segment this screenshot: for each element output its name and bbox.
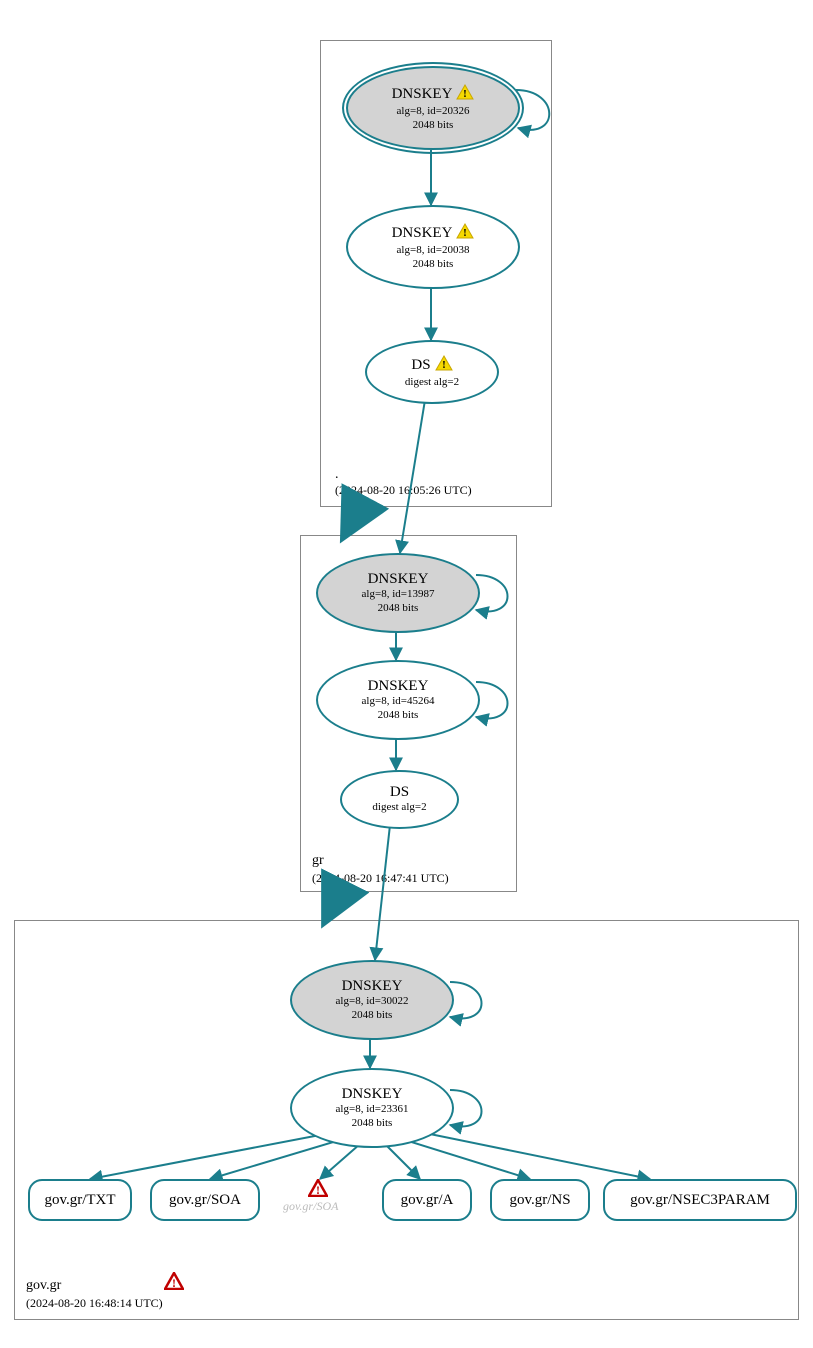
gr-dnskey-ksk-alg: alg=8, id=13987 bbox=[362, 588, 435, 601]
gr-dnskey-zsk[interactable]: DNSKEY alg=8, id=45264 2048 bits bbox=[316, 660, 480, 740]
warning-icon: ! bbox=[435, 355, 453, 376]
gr-ds-title: DS bbox=[390, 784, 409, 801]
root-dnskey-ksk[interactable]: DNSKEY ! alg=8, id=20326 2048 bits bbox=[346, 66, 520, 150]
govgr-dnskey-ksk-alg: alg=8, id=30022 bbox=[336, 995, 409, 1008]
govgr-dnskey-zsk-alg: alg=8, id=23361 bbox=[336, 1103, 409, 1116]
svg-text:!: ! bbox=[442, 359, 446, 371]
gr-dnskey-zsk-title: DNSKEY bbox=[368, 678, 429, 695]
root-dnskey-zsk[interactable]: DNSKEY ! alg=8, id=20038 2048 bits bbox=[346, 205, 520, 289]
zone-govgr-label: gov.gr bbox=[26, 1278, 61, 1294]
svg-text:!: ! bbox=[316, 1183, 320, 1197]
error-icon: ! bbox=[164, 1272, 184, 1295]
svg-text:!: ! bbox=[464, 88, 468, 100]
govgr-dnskey-zsk-bits: 2048 bits bbox=[352, 1117, 393, 1130]
zone-root-time: (2024-08-20 16:05:26 UTC) bbox=[335, 483, 472, 498]
rrset-ns[interactable]: gov.gr/NS bbox=[490, 1179, 590, 1221]
govgr-dnskey-ksk-bits: 2048 bits bbox=[352, 1009, 393, 1022]
rrset-nsec3param[interactable]: gov.gr/NSEC3PARAM bbox=[603, 1179, 797, 1221]
root-ds-title: DS bbox=[411, 357, 430, 374]
warning-icon: ! bbox=[456, 84, 474, 105]
gr-dnskey-ksk-bits: 2048 bits bbox=[378, 602, 419, 615]
svg-text:!: ! bbox=[172, 1276, 176, 1290]
govgr-dnskey-zsk[interactable]: DNSKEY alg=8, id=23361 2048 bits bbox=[290, 1068, 454, 1148]
govgr-dnskey-ksk-title: DNSKEY bbox=[342, 978, 403, 995]
zone-gr-label: gr bbox=[312, 853, 324, 869]
gr-dnskey-ksk-title: DNSKEY bbox=[368, 571, 429, 588]
root-dnskey-ksk-title: DNSKEY bbox=[392, 86, 453, 103]
zone-root-label: . bbox=[335, 467, 339, 483]
gr-dnskey-ksk[interactable]: DNSKEY alg=8, id=13987 2048 bits bbox=[316, 553, 480, 633]
gr-ds-alg: digest alg=2 bbox=[372, 801, 426, 814]
root-dnskey-zsk-title: DNSKEY bbox=[392, 225, 453, 242]
rrset-soa[interactable]: gov.gr/SOA bbox=[150, 1179, 260, 1221]
gr-dnskey-zsk-bits: 2048 bits bbox=[378, 709, 419, 722]
root-dnskey-ksk-alg: alg=8, id=20326 bbox=[397, 105, 470, 118]
gr-ds[interactable]: DS digest alg=2 bbox=[340, 770, 459, 829]
error-icon: ! bbox=[308, 1179, 328, 1202]
zone-gr-time: (2024-08-20 16:47:41 UTC) bbox=[312, 871, 449, 886]
svg-text:!: ! bbox=[464, 227, 468, 239]
govgr-dnskey-ksk[interactable]: DNSKEY alg=8, id=30022 2048 bits bbox=[290, 960, 454, 1040]
rrset-a[interactable]: gov.gr/A bbox=[382, 1179, 472, 1221]
govgr-dnskey-zsk-title: DNSKEY bbox=[342, 1086, 403, 1103]
zone-govgr-time: (2024-08-20 16:48:14 UTC) bbox=[26, 1296, 163, 1311]
root-dnskey-zsk-bits: 2048 bits bbox=[413, 258, 454, 271]
root-ds-alg: digest alg=2 bbox=[405, 376, 459, 389]
root-dnskey-ksk-bits: 2048 bits bbox=[413, 119, 454, 132]
rrset-txt[interactable]: gov.gr/TXT bbox=[28, 1179, 132, 1221]
root-dnskey-zsk-alg: alg=8, id=20038 bbox=[397, 244, 470, 257]
warning-icon: ! bbox=[456, 223, 474, 244]
root-ds[interactable]: DS ! digest alg=2 bbox=[365, 340, 499, 404]
gr-dnskey-zsk-alg: alg=8, id=45264 bbox=[362, 695, 435, 708]
